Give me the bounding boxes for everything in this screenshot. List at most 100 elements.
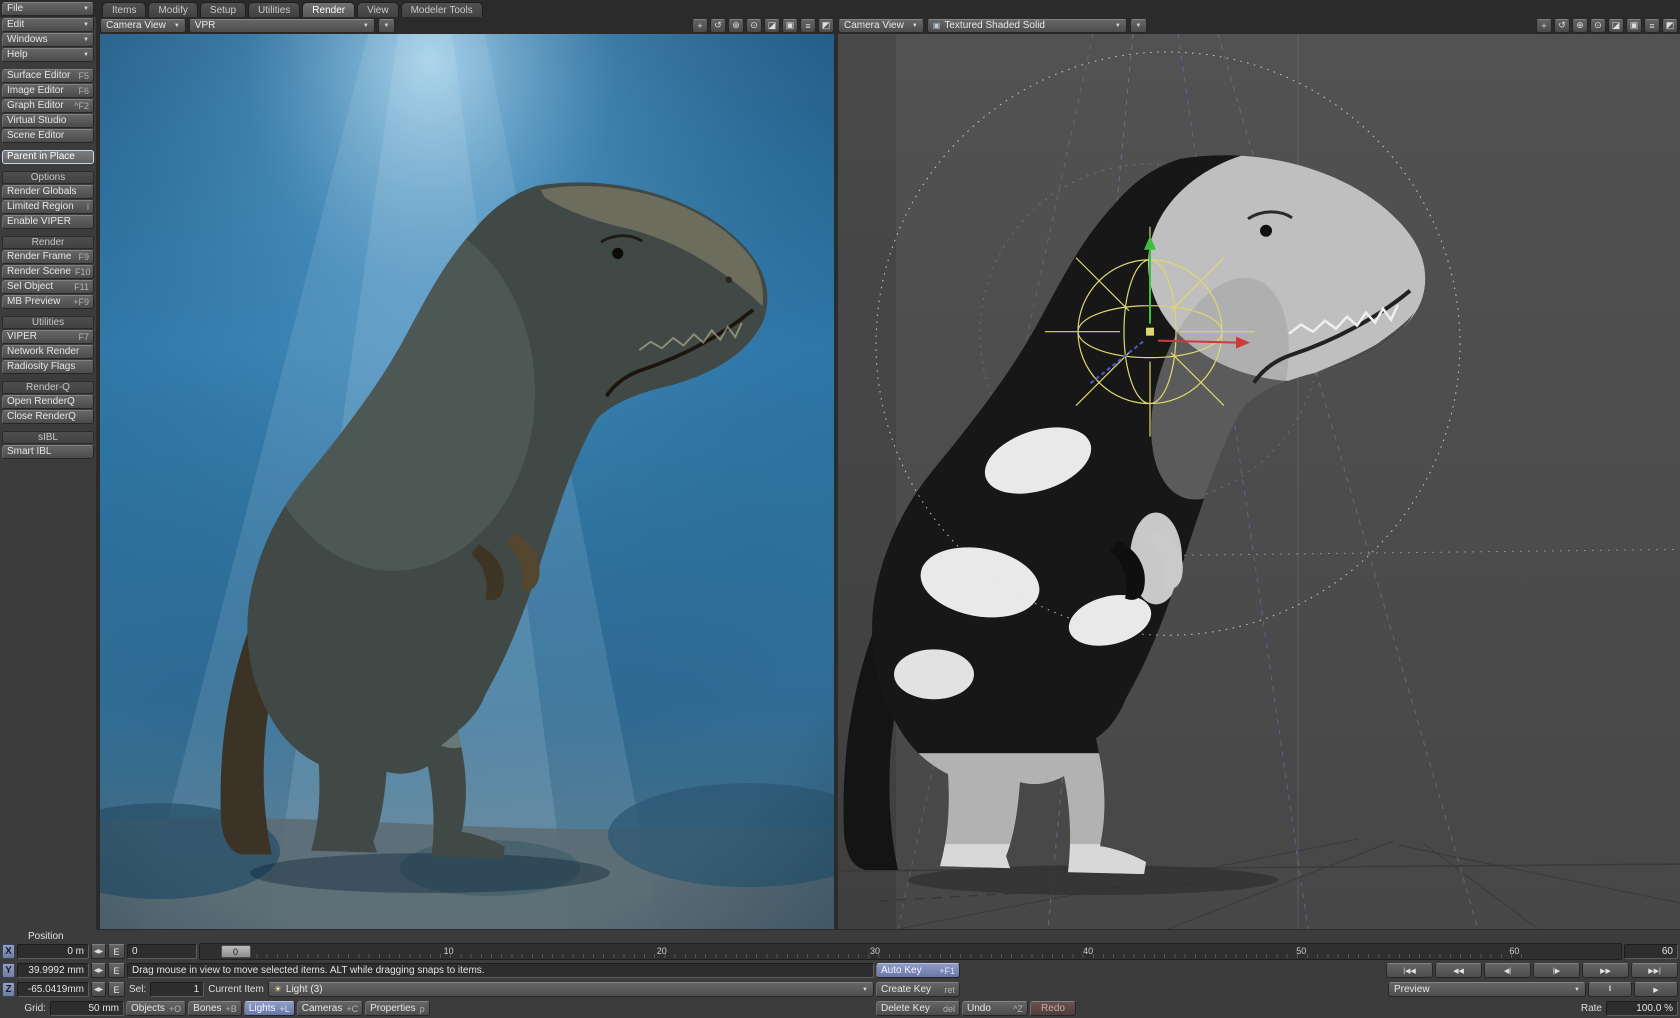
menu-edit[interactable]: Edit ▼ [2, 18, 94, 32]
current-item-dropdown[interactable]: ☀ Light (3) ▼ [268, 982, 874, 997]
axis-z-badge[interactable]: Z [2, 982, 15, 997]
magnifier-icon[interactable]: ⊙ [1590, 19, 1606, 33]
position-z-field[interactable]: -65.0419mm [17, 982, 89, 997]
left-shading-mode-dropdown[interactable]: VPR ▼ [189, 19, 375, 33]
frame-slider-handle[interactable]: 0 [221, 945, 251, 958]
pan-icon[interactable]: + [692, 19, 708, 33]
properties-button[interactable]: Properties p [365, 1001, 430, 1016]
snapshot-icon[interactable]: ▣ [782, 19, 798, 33]
sidebar-item-parent-in-place[interactable]: Parent in Place [2, 150, 94, 164]
maximize-icon[interactable]: ◩ [818, 19, 834, 33]
go-to-start-button[interactable]: |◀◀ [1386, 963, 1433, 978]
zoom-icon[interactable]: ⊕ [728, 19, 744, 33]
axis-y-badge[interactable]: Y [2, 963, 15, 978]
gizmo-center[interactable] [1146, 328, 1154, 336]
position-x-field[interactable]: 0 m [17, 944, 89, 959]
left-viewport-menu-dropdown[interactable]: ▼ [378, 19, 395, 33]
chevron-down-icon: ▼ [79, 19, 89, 31]
sidebar-item-graph-editor[interactable]: Graph Editor ^F2 [2, 99, 94, 113]
nudge-y-control[interactable]: ◀▶ [91, 963, 106, 978]
menu-help[interactable]: Help ▼ [2, 48, 94, 62]
envelope-x-button[interactable]: E [108, 944, 125, 959]
region-icon[interactable]: ◪ [764, 19, 780, 33]
sidebar-item-mb-preview[interactable]: MB Preview +F9 [2, 295, 94, 309]
left-viewport-canvas[interactable] [100, 34, 834, 929]
previous-key-button[interactable]: ◀◀ [1435, 963, 1482, 978]
sidebar-item-render-globals[interactable]: Render Globals [2, 185, 94, 199]
undo-button[interactable]: Undo ^Z [962, 1001, 1028, 1016]
grid-size-field[interactable]: 50 mm [50, 1001, 124, 1016]
position-y-field[interactable]: 39.9992 mm [17, 963, 89, 978]
create-key-button[interactable]: Create Key ret [876, 982, 960, 997]
redo-button[interactable]: Redo [1030, 1001, 1076, 1016]
rotate-icon[interactable]: ↺ [1554, 19, 1570, 33]
right-shading-mode-dropdown[interactable]: ▣ Textured Shaded Solid ▼ [927, 19, 1127, 33]
preview-play-button[interactable]: ▶ [1634, 982, 1678, 997]
bottom-panel: Position X 0 m ◀▶ E 0 0 10 20 30 40 50 6… [0, 930, 1680, 1018]
current-frame-field[interactable]: 0 [127, 944, 197, 959]
nudge-x-control[interactable]: ◀▶ [91, 944, 106, 959]
tab-modify[interactable]: Modify [148, 2, 197, 17]
pan-icon[interactable]: + [1536, 19, 1552, 33]
preview-dropdown[interactable]: Preview ▼ [1388, 982, 1586, 997]
tab-items[interactable]: Items [102, 2, 146, 17]
zoom-icon[interactable]: ⊕ [1572, 19, 1588, 33]
sidebar-item-network-render[interactable]: Network Render [2, 345, 94, 359]
right-viewport[interactable] [838, 34, 1680, 929]
sidebar-item-viper[interactable]: VIPER F7 [2, 330, 94, 344]
item-type-bones[interactable]: Bones +B [188, 1001, 242, 1016]
magnifier-icon[interactable]: ⊙ [746, 19, 762, 33]
snapshot-icon[interactable]: ▣ [1626, 19, 1642, 33]
right-viewport-menu-dropdown[interactable]: ▼ [1130, 19, 1147, 33]
sidebar-item-enable-viper[interactable]: Enable VIPER [2, 215, 94, 229]
sidebar-item-limited-region[interactable]: Limited Region l [2, 200, 94, 214]
maximize-icon[interactable]: ◩ [1662, 19, 1678, 33]
nudge-z-control[interactable]: ◀▶ [91, 982, 106, 997]
sidebar-item-close-renderq[interactable]: Close RenderQ [2, 410, 94, 424]
tab-view[interactable]: View [357, 2, 399, 17]
sidebar-item-open-renderq[interactable]: Open RenderQ [2, 395, 94, 409]
region-icon[interactable]: ◪ [1608, 19, 1624, 33]
menu-icon[interactable]: ≡ [800, 19, 816, 33]
right-view-mode-dropdown[interactable]: Camera View ▼ [838, 19, 924, 33]
end-frame-field[interactable]: 60 [1624, 944, 1678, 959]
label: Radiosity Flags [7, 361, 75, 373]
item-type-lights[interactable]: Lights +L [244, 1001, 295, 1016]
sidebar-item-render-scene[interactable]: Render Scene F10 [2, 265, 94, 279]
sidebar-item-surface-editor[interactable]: Surface Editor F5 [2, 69, 94, 83]
left-view-mode-dropdown[interactable]: Camera View ▼ [100, 19, 186, 33]
tab-setup[interactable]: Setup [200, 2, 246, 17]
timeline-ruler[interactable]: 0 10 20 30 40 50 60 0 [199, 943, 1622, 960]
sidebar-item-image-editor[interactable]: Image Editor F6 [2, 84, 94, 98]
sidebar-item-scene-editor[interactable]: Scene Editor [2, 129, 94, 143]
rate-field[interactable]: 100.0 % [1606, 1001, 1678, 1016]
go-to-end-button[interactable]: ▶▶| [1631, 963, 1678, 978]
envelope-z-button[interactable]: E [108, 982, 125, 997]
sidebar-item-render-frame[interactable]: Render Frame F9 [2, 250, 94, 264]
sidebar-item-virtual-studio[interactable]: Virtual Studio [2, 114, 94, 128]
light-gizmo[interactable] [1045, 227, 1255, 437]
sidebar-item-sel-object[interactable]: Sel Object F11 [2, 280, 94, 294]
item-type-cameras[interactable]: Cameras +C [297, 1001, 363, 1016]
left-viewport[interactable] [100, 34, 834, 929]
menu-file[interactable]: File ▼ [2, 2, 94, 16]
menu-windows[interactable]: Windows ▼ [2, 33, 94, 47]
sidebar-item-radiosity-flags[interactable]: Radiosity Flags [2, 360, 94, 374]
tab-modeler-tools[interactable]: Modeler Tools [401, 2, 483, 17]
auto-key-button[interactable]: Auto Key +F1 [876, 963, 960, 978]
step-back-button[interactable]: ◀| [1484, 963, 1531, 978]
envelope-y-button[interactable]: E [108, 963, 125, 978]
step-forward-button[interactable]: |▶ [1533, 963, 1580, 978]
tab-render[interactable]: Render [302, 2, 355, 17]
preview-pause-button[interactable]: ‖ [1588, 982, 1632, 997]
menu-icon[interactable]: ≡ [1644, 19, 1660, 33]
item-type-objects[interactable]: Objects +O [126, 1001, 186, 1016]
delete-key-button[interactable]: Delete Key del [876, 1001, 960, 1016]
right-viewport-canvas[interactable] [838, 34, 1680, 929]
label: Sel Object [7, 281, 53, 293]
next-key-button[interactable]: ▶▶ [1582, 963, 1629, 978]
sidebar-item-smart-ibl[interactable]: Smart IBL [2, 445, 94, 459]
rotate-icon[interactable]: ↺ [710, 19, 726, 33]
axis-x-badge[interactable]: X [2, 944, 15, 959]
tab-utilities[interactable]: Utilities [248, 2, 300, 17]
